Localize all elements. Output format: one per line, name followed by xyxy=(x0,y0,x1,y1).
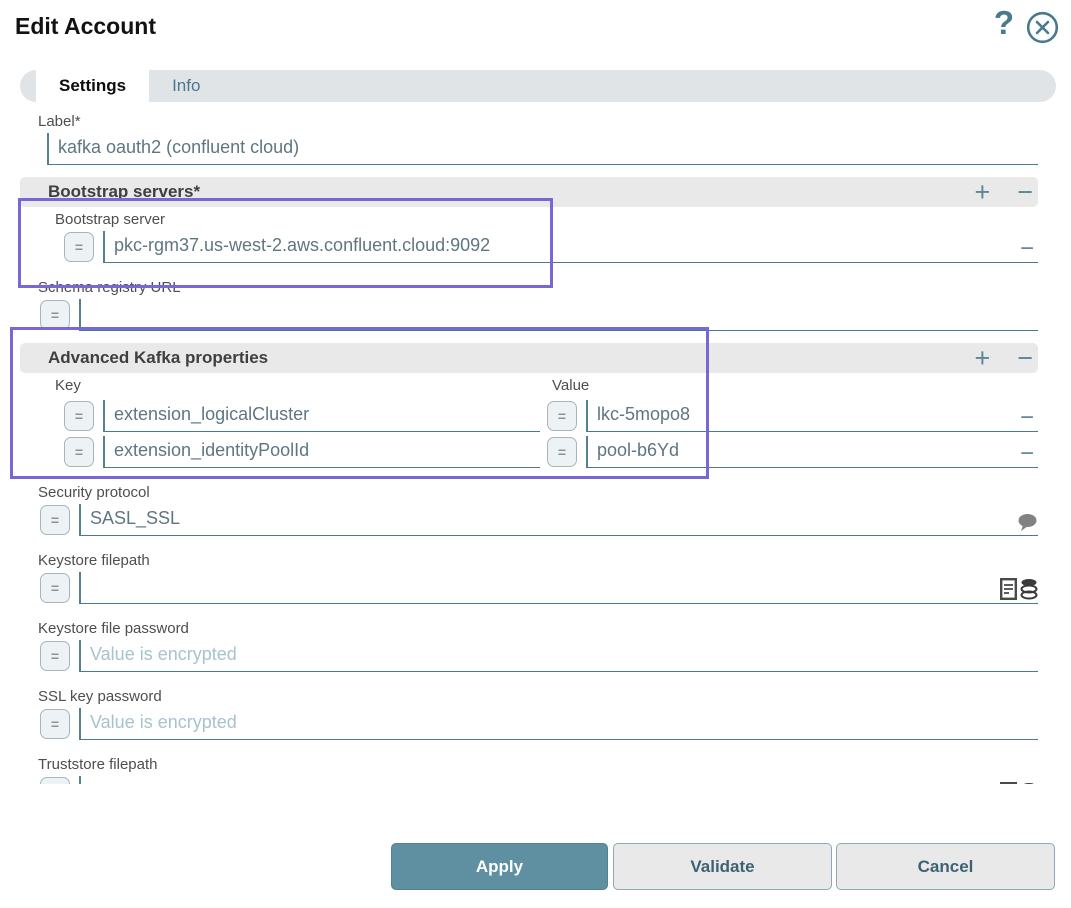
property-row: = = − xyxy=(64,435,1038,468)
security-protocol-label: Security protocol xyxy=(38,484,150,501)
label-field-row xyxy=(38,132,1038,165)
file-browse-icon[interactable] xyxy=(1000,578,1017,600)
drag-handle-icon[interactable]: = xyxy=(40,709,70,739)
bootstrap-server-input[interactable] xyxy=(105,230,1038,263)
close-icon[interactable] xyxy=(1026,11,1059,44)
drag-handle-icon[interactable]: = xyxy=(64,401,94,431)
remove-bootstrap-server-icon[interactable]: − xyxy=(1018,237,1036,261)
collapse-advanced-section-icon[interactable]: − xyxy=(1017,344,1033,372)
advanced-section-title: Advanced Kafka properties xyxy=(48,348,269,367)
property-value-input[interactable] xyxy=(588,435,1038,468)
remove-property-icon[interactable]: − xyxy=(1018,406,1036,430)
schema-registry-input[interactable] xyxy=(81,298,1038,331)
collapse-bootstrap-section-icon[interactable]: − xyxy=(1017,178,1033,206)
keystore-password-label: Keystore file password xyxy=(38,620,189,637)
validate-button[interactable]: Validate xyxy=(613,843,832,890)
database-stack-icon[interactable] xyxy=(1020,578,1038,600)
ssl-key-password-label: SSL key password xyxy=(38,688,162,705)
truststore-filepath-label: Truststore filepath xyxy=(38,756,158,773)
ssl-key-password-input[interactable] xyxy=(81,707,1038,740)
drag-handle-icon[interactable]: = xyxy=(547,437,577,467)
settings-form: Label* Bootstrap servers* + − Bootstrap … xyxy=(0,103,1071,784)
security-protocol-row: = xyxy=(40,503,1038,536)
keystore-filepath-label: Keystore filepath xyxy=(38,552,150,569)
schema-registry-row: = xyxy=(40,298,1038,331)
bootstrap-server-label: Bootstrap server xyxy=(55,211,166,228)
drag-handle-icon[interactable]: = xyxy=(40,641,70,671)
tab-bar: Settings Info xyxy=(20,70,1056,102)
help-icon[interactable]: ? xyxy=(994,6,1014,39)
security-protocol-input[interactable] xyxy=(81,503,1038,536)
add-bootstrap-server-icon[interactable]: + xyxy=(974,178,990,206)
keystore-password-row: = xyxy=(40,639,1038,672)
drag-handle-icon[interactable]: = xyxy=(64,437,94,467)
kv-column-headers: Key Value xyxy=(20,377,1038,396)
drag-handle-icon[interactable]: = xyxy=(64,232,94,262)
database-stack-icon[interactable] xyxy=(1020,782,1038,784)
drag-handle-icon[interactable]: = xyxy=(40,505,70,535)
property-key-input[interactable] xyxy=(105,435,540,468)
value-column-header: Value xyxy=(552,377,590,394)
keystore-filepath-row: = xyxy=(40,571,1038,604)
drag-handle-icon[interactable]: = xyxy=(40,300,70,330)
drag-handle-icon[interactable]: = xyxy=(40,777,70,784)
tab-settings[interactable]: Settings xyxy=(36,70,150,102)
keystore-password-input[interactable] xyxy=(81,639,1038,672)
bootstrap-section-title: Bootstrap servers* xyxy=(48,182,201,201)
add-property-icon[interactable]: + xyxy=(974,344,990,372)
truststore-filepath-row: = xyxy=(40,775,1038,784)
property-key-input[interactable] xyxy=(105,399,540,432)
drag-handle-icon[interactable]: = xyxy=(40,573,70,603)
apply-button[interactable]: Apply xyxy=(391,843,608,890)
comment-bubble-icon[interactable] xyxy=(1017,513,1038,532)
page-title: Edit Account xyxy=(15,13,156,39)
label-input[interactable] xyxy=(49,132,1038,165)
ssl-key-password-row: = xyxy=(40,707,1038,740)
advanced-section-header: Advanced Kafka properties + − xyxy=(20,343,1038,373)
file-browse-icon[interactable] xyxy=(1000,782,1017,784)
truststore-filepath-input[interactable] xyxy=(81,775,1038,784)
property-value-input[interactable] xyxy=(588,399,1038,432)
key-column-header: Key xyxy=(55,377,81,394)
drag-handle-icon[interactable]: = xyxy=(547,401,577,431)
property-row: = = − xyxy=(64,399,1038,432)
tab-info[interactable]: Info xyxy=(149,70,223,102)
schema-registry-label: Schema registry URL xyxy=(38,279,181,296)
bootstrap-server-row: = − xyxy=(64,230,1038,263)
cancel-button[interactable]: Cancel xyxy=(836,843,1055,890)
remove-property-icon[interactable]: − xyxy=(1018,442,1036,466)
bootstrap-section-header: Bootstrap servers* + − xyxy=(20,177,1038,207)
keystore-filepath-input[interactable] xyxy=(81,571,1038,604)
label-field-label: Label* xyxy=(38,113,81,130)
